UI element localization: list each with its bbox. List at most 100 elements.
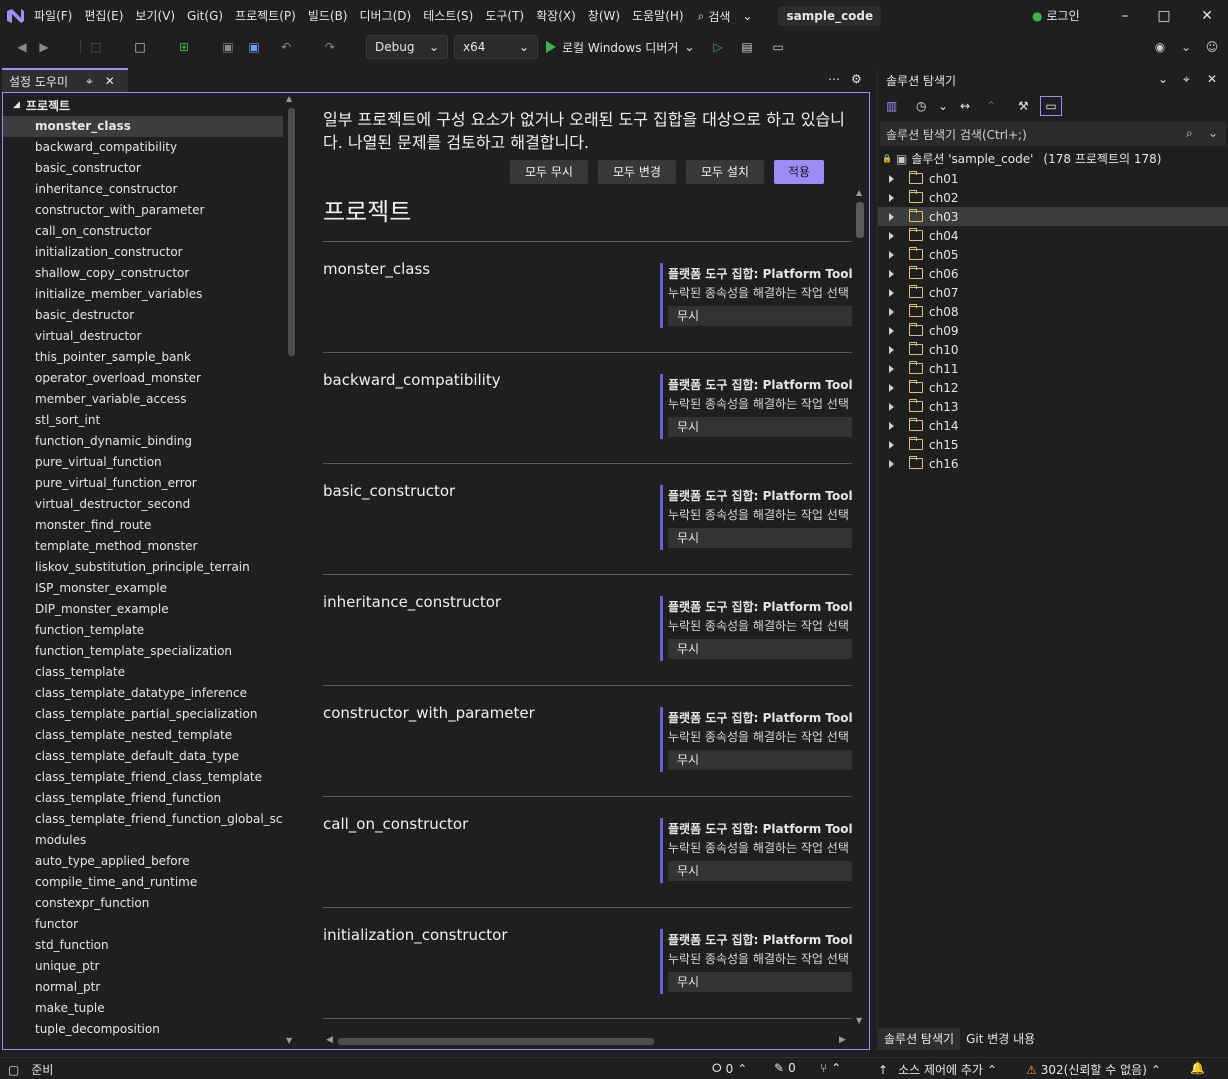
folder-node[interactable]: ch14	[878, 416, 1228, 435]
menu-window[interactable]: 창(W)	[582, 0, 626, 32]
folder-node[interactable]: ch11	[878, 359, 1228, 378]
folder-node[interactable]: ch03	[878, 207, 1228, 226]
tree-item[interactable]: constructor_with_parameter	[3, 200, 283, 221]
tree-item[interactable]: liskov_substitution_principle_terrain	[3, 557, 283, 578]
tree-item[interactable]: pure_virtual_function_error	[3, 473, 283, 494]
expand-arrow-icon[interactable]	[889, 402, 894, 411]
expand-arrow-icon[interactable]	[889, 364, 894, 373]
more-options-icon[interactable]: ⋯	[828, 72, 840, 86]
scroll-down-icon[interactable]: ▼	[286, 1036, 292, 1045]
ignore-all-button[interactable]: 모두 무시	[510, 160, 588, 184]
open-file-icon[interactable]: □	[132, 39, 148, 55]
tree-item[interactable]: basic_destructor	[3, 305, 283, 326]
folder-node[interactable]: ch09	[878, 321, 1228, 340]
tree-item[interactable]: functor	[3, 914, 283, 935]
tree-item[interactable]: monster_class	[3, 116, 283, 137]
tree-item[interactable]: initialize_member_variables	[3, 284, 283, 305]
ignore-select[interactable]: 무시	[668, 417, 852, 437]
tree-item[interactable]: this_pointer_sample_bank	[3, 347, 283, 368]
visual-studio-logo-icon[interactable]	[2, 5, 28, 27]
tree-item[interactable]: inheritance_constructor	[3, 179, 283, 200]
platform-select[interactable]: x64 ⌄	[454, 35, 538, 59]
ignore-select[interactable]: 무시	[668, 972, 852, 992]
configuration-select[interactable]: Debug ⌄	[366, 35, 448, 59]
gear-icon[interactable]: ⚙	[851, 72, 862, 86]
ignore-select[interactable]: 무시	[668, 639, 852, 659]
copilot-icon[interactable]: ◉	[1152, 39, 1168, 55]
expand-arrow-icon[interactable]	[889, 459, 894, 468]
expand-arrow-icon[interactable]	[889, 326, 894, 335]
tree-root-projects[interactable]: ◢ 프로젝트	[3, 94, 283, 116]
scroll-up-icon[interactable]: ▲	[856, 188, 862, 197]
errors-indicator[interactable]: ⭘ 0 ⌃	[712, 1061, 747, 1076]
expand-arrow-icon[interactable]	[889, 440, 894, 449]
tree-item[interactable]: class_template	[3, 662, 283, 683]
scroll-down-icon[interactable]: ▼	[856, 1016, 862, 1025]
chevron-down-icon[interactable]: ⌄	[1178, 39, 1194, 55]
close-icon[interactable]: ✕	[1207, 72, 1217, 86]
tree-item[interactable]: DIP_monster_example	[3, 599, 283, 620]
solution-explorer-search[interactable]: 솔루션 탐색기 검색(Ctrl+;) ⌕ ⌄	[880, 122, 1226, 146]
save-icon[interactable]: ▣	[220, 39, 236, 55]
tree-item[interactable]: normal_ptr	[3, 977, 283, 998]
expand-arrow-icon[interactable]	[889, 421, 894, 430]
menu-test[interactable]: 테스트(S)	[417, 0, 479, 32]
content-vertical-scrollbar[interactable]: ▲ ▼	[853, 188, 867, 1030]
account-icon[interactable]: ☺	[1204, 39, 1220, 55]
pin-icon[interactable]: ⌖	[86, 74, 93, 89]
content-vertical-thumb[interactable]	[856, 202, 864, 238]
collapse-all-icon[interactable]: ⌃	[986, 99, 996, 113]
menu-help[interactable]: 도움말(H)	[626, 0, 690, 32]
folder-node[interactable]: ch07	[878, 283, 1228, 302]
tree-item[interactable]: virtual_destructor	[3, 326, 283, 347]
tree-item[interactable]: call_on_constructor	[3, 221, 283, 242]
tab-solution-explorer[interactable]: 솔루션 탐색기	[878, 1028, 961, 1050]
folder-node[interactable]: ch13	[878, 397, 1228, 416]
add-to-source-control[interactable]: ↑ 소스 제어에 추가 ⌃	[878, 1061, 997, 1078]
changes-indicator[interactable]: ✎ 0	[774, 1061, 796, 1075]
menu-edit[interactable]: 편집(E)	[78, 0, 129, 32]
pending-changes-filter-icon[interactable]: ◷	[916, 99, 926, 113]
tree-item[interactable]: function_template	[3, 620, 283, 641]
tree-item[interactable]: class_template_friend_function	[3, 788, 283, 809]
tree-item[interactable]: std_function	[3, 935, 283, 956]
scroll-left-icon[interactable]: ◀	[326, 1035, 333, 1045]
menu-git[interactable]: Git(G)	[181, 0, 229, 32]
expand-arrow-icon[interactable]	[889, 231, 894, 240]
folder-node[interactable]: ch12	[878, 378, 1228, 397]
ignore-select[interactable]: 무시	[668, 750, 852, 770]
content-horizontal-scrollbar[interactable]: ◀ ▶	[326, 1034, 850, 1048]
menu-view[interactable]: 보기(V)	[129, 0, 181, 32]
folder-node[interactable]: ch04	[878, 226, 1228, 245]
tree-item[interactable]: class_template_partial_specialization	[3, 704, 283, 725]
apply-button[interactable]: 적용	[774, 160, 824, 184]
tree-item[interactable]: constexpr_function	[3, 893, 283, 914]
tab-setup-assistant[interactable]: 설정 도우미 ⌖ ✕	[2, 68, 128, 92]
tree-item[interactable]: class_template_friend_class_template	[3, 767, 283, 788]
folder-node[interactable]: ch05	[878, 245, 1228, 264]
folder-node[interactable]: ch10	[878, 340, 1228, 359]
tree-item[interactable]: auto_type_applied_before	[3, 851, 283, 872]
run-without-debugging-icon[interactable]: ▷	[710, 39, 726, 55]
tree-scrollbar[interactable]: ▲ ▼	[285, 94, 297, 1046]
tree-item[interactable]: operator_overload_monster	[3, 368, 283, 389]
redo-icon[interactable]: ↷	[322, 39, 338, 55]
pin-icon[interactable]: ⌖	[1183, 72, 1190, 87]
folder-node[interactable]: ch16	[878, 454, 1228, 473]
tree-item[interactable]: ISP_monster_example	[3, 578, 283, 599]
attach-process-icon[interactable]: ▭	[770, 39, 786, 55]
search-menu[interactable]: ⌕ 검색 ⌄	[690, 8, 761, 25]
start-debugging-button[interactable]: 로컬 Windows 디버거 ⌄	[546, 35, 694, 59]
menu-build[interactable]: 빌드(B)	[302, 0, 354, 32]
tree-item[interactable]: tuple_decomposition	[3, 1019, 283, 1040]
tree-item[interactable]: make_tuple	[3, 998, 283, 1019]
content-horizontal-thumb[interactable]	[338, 1038, 654, 1045]
tree-item[interactable]: class_template_friend_function_global_sc…	[3, 809, 283, 830]
expand-arrow-icon[interactable]	[889, 383, 894, 392]
tree-item[interactable]: shallow_copy_constructor	[3, 263, 283, 284]
undo-icon[interactable]: ↶	[278, 39, 294, 55]
folder-node[interactable]: ch02	[878, 188, 1228, 207]
sync-active-document-icon[interactable]: ↔	[960, 99, 970, 113]
tree-item[interactable]: initialization_constructor	[3, 242, 283, 263]
expand-arrow-icon[interactable]	[889, 193, 894, 202]
